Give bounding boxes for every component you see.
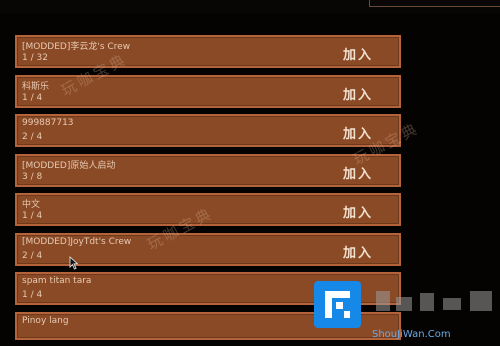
player-count: 2 / 4 <box>22 250 43 261</box>
server-name: [MODDED]原始人启动 <box>22 160 116 171</box>
server-row[interactable]: 中文 1 / 4 加入 <box>15 193 401 226</box>
blurred-region <box>470 291 492 311</box>
server-name: 999887713 <box>22 118 74 128</box>
join-button[interactable]: 加入 <box>343 202 373 221</box>
site-logo-icon <box>314 281 361 328</box>
player-count: 1 / 4 <box>22 211 43 221</box>
search-input[interactable] <box>369 0 500 7</box>
blurred-region <box>396 297 412 311</box>
blurred-region <box>443 298 461 310</box>
server-row[interactable]: 科斯乐 1 / 4 加入 <box>15 74 401 108</box>
top-bar <box>0 0 500 14</box>
player-count: 1 / 32 <box>22 53 48 63</box>
server-row[interactable]: 999887713 2 / 4 加入 <box>15 114 401 147</box>
blurred-region <box>376 291 390 311</box>
server-name: [MODDED]JoyTdt's Crew <box>22 236 132 247</box>
player-count: 3 / 8 <box>22 171 43 182</box>
join-button[interactable]: 加入 <box>343 242 373 261</box>
server-name: 科斯乐 <box>22 81 50 92</box>
join-button[interactable]: 加入 <box>343 123 373 142</box>
player-count: 1 / 4 <box>22 92 43 103</box>
join-button[interactable]: 加入 <box>343 84 373 103</box>
player-count: 1 / 4 <box>22 290 43 300</box>
player-count: 2 / 4 <box>22 132 43 142</box>
blurred-region <box>420 293 434 311</box>
join-button[interactable]: 加入 <box>343 163 373 182</box>
site-logo-text: ShouJiWan.Com <box>372 329 451 340</box>
server-row[interactable]: [MODDED]李云龙's Crew 1 / 32 加入 <box>15 35 401 68</box>
server-name: [MODDED]李云龙's Crew <box>22 42 131 52</box>
join-button[interactable]: 加入 <box>343 44 373 63</box>
server-name: Pinoy lang <box>22 315 69 326</box>
server-name: 中文 <box>22 200 41 210</box>
server-name: spam titan tara <box>22 276 92 286</box>
server-row[interactable]: [MODDED]原始人启动 3 / 8 加入 <box>15 153 401 187</box>
